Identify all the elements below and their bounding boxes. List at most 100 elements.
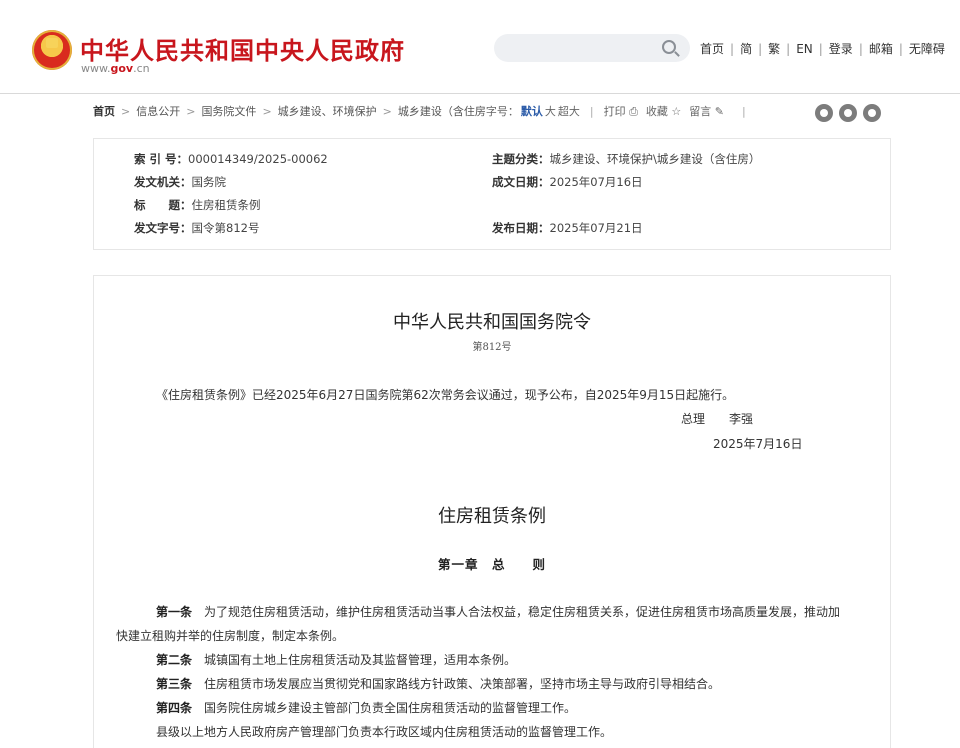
chevron-right-icon: >: [121, 105, 131, 118]
nav-accessibility[interactable]: 无障碍: [909, 42, 945, 56]
info-docno: 发文字号：国令第812号: [134, 220, 259, 236]
print-label: 打印: [603, 105, 626, 118]
breadcrumb: 首页 > 信息公开 > 国务院文件 > 城乡建设、环境保护 > 城乡建设（含住房字号： 默认大超大…: [93, 103, 756, 119]
comment-button[interactable]: 留言 ✎: [689, 105, 724, 118]
article-number: 第一条: [156, 605, 193, 619]
toolbar-divider: |: [742, 105, 746, 118]
info-docno-value: 国令第812号: [191, 221, 260, 235]
chevron-right-icon: >: [186, 105, 196, 118]
breadcrumb-urban-housing[interactable]: 城乡建设（含住房: [398, 105, 486, 118]
announcement: 《住房租赁条例》已经2025年6月27日国务院第62次常务会议通过，现予公布，自…: [156, 388, 735, 402]
info-topic-label: 主题分类：: [492, 152, 550, 166]
info-written-label: 成文日期：: [492, 175, 550, 189]
info-issuer-value: 国务院: [191, 175, 227, 189]
article-1: 第一条 为了规范住房租赁活动，维护住房租赁活动当事人合法权益，稳定住房租赁关系，…: [156, 603, 840, 620]
search-icon[interactable]: [662, 40, 676, 54]
article-text: 国务院住房城乡建设主管部门负责全国住房租赁活动的监督管理工作。: [204, 701, 577, 715]
font-size-xlarge[interactable]: 超大: [558, 105, 580, 118]
nav-login[interactable]: 登录: [829, 42, 853, 56]
top-nav: 首页 | 简 | 繁 | EN | 登录 | 邮箱 | 无障碍: [700, 40, 945, 57]
breadcrumb-urban-env[interactable]: 城乡建设、环境保护: [278, 105, 377, 118]
law-title: 住房租赁条例: [438, 506, 546, 527]
national-emblem-icon[interactable]: [32, 30, 72, 70]
font-size-label: 字号：: [485, 105, 519, 118]
article-2: 第二条 城镇国有土地上住房租赁活动及其监督管理，适用本条例。: [156, 651, 516, 668]
info-issuer-label: 发文机关：: [134, 175, 192, 189]
info-index-label: 索 引 号：: [134, 152, 189, 166]
nav-divider: |: [786, 42, 791, 56]
info-title-label: 标 题：: [134, 198, 192, 212]
article-3: 第三条 住房租赁市场发展应当贯彻党和国家路线方针政策、决策部署，坚持市场主导与政…: [156, 675, 720, 692]
info-title-value: 住房租赁条例: [191, 198, 261, 212]
nav-divider: |: [818, 42, 823, 56]
article-text: 城镇国有土地上住房租赁活动及其监督管理，适用本条例。: [204, 653, 517, 667]
site-url-prefix: www.: [81, 62, 111, 75]
article-4: 第四条 国务院住房城乡建设主管部门负责全国住房租赁活动的监督管理工作。: [156, 699, 576, 716]
info-issuer: 发文机关：国务院: [134, 174, 226, 190]
article-4-cont: 县级以上地方人民政府房产管理部门负责本行政区域内住房租赁活动的监督管理工作。: [156, 723, 612, 740]
sign-date: 2025年7月16日: [713, 437, 803, 451]
font-size-default[interactable]: 默认: [521, 105, 543, 118]
info-topic-value: 城乡建设、环境保护\城乡建设（含住房）: [549, 152, 761, 166]
info-publish-label: 发布日期：: [492, 221, 550, 235]
info-topic: 主题分类：城乡建设、环境保护\城乡建设（含住房）: [492, 151, 760, 167]
signer: 总理 李强: [681, 410, 753, 427]
breadcrumb-home[interactable]: 首页: [93, 105, 115, 118]
info-publish-value: 2025年07月21日: [549, 221, 643, 235]
info-written-date: 成文日期：2025年07月16日: [492, 174, 643, 190]
info-index-value: 000014349/2025-00062: [188, 152, 328, 166]
info-index: 索 引 号：000014349/2025-00062: [134, 151, 328, 167]
pencil-icon: ✎: [714, 105, 724, 118]
document-body: 中华人民共和国国务院令 第812号 《住房租赁条例》已经2025年6月27日国务…: [93, 275, 891, 748]
chevron-right-icon: >: [382, 105, 392, 118]
star-icon: ☆: [671, 105, 682, 118]
site-url-suffix: .cn: [133, 62, 150, 75]
order-number: 第812号: [472, 342, 512, 353]
nav-mailbox[interactable]: 邮箱: [869, 42, 893, 56]
breadcrumb-state-council-docs[interactable]: 国务院文件: [201, 105, 256, 118]
weibo-icon[interactable]: [815, 104, 833, 122]
chapter-heading: 第一章 总 则: [437, 557, 546, 572]
search-input[interactable]: [494, 34, 690, 62]
site-title[interactable]: 中华人民共和国中央人民政府: [80, 31, 405, 66]
article-number: 第四条: [156, 701, 193, 715]
breadcrumb-info-public[interactable]: 信息公开: [136, 105, 180, 118]
info-publish-date: 发布日期：2025年07月21日: [492, 220, 643, 236]
article-number: 第三条: [156, 677, 193, 691]
share-icons: [815, 104, 887, 126]
nav-divider: |: [758, 42, 763, 56]
nav-simplified[interactable]: 简: [740, 42, 752, 56]
article-text: 快建立租购并举的住房制度，制定本条例。: [116, 629, 345, 643]
signer-name: 李强: [729, 412, 754, 426]
comment-label: 留言: [689, 105, 712, 118]
article-number: 第二条: [156, 653, 193, 667]
site-url-domain: gov: [110, 62, 134, 75]
wechat-icon[interactable]: [839, 104, 857, 122]
nav-home[interactable]: 首页: [700, 42, 724, 56]
font-size-large[interactable]: 大: [545, 105, 556, 118]
nav-traditional[interactable]: 繁: [768, 42, 780, 56]
nav-divider: |: [858, 42, 863, 56]
printer-icon: ⎙: [629, 105, 638, 118]
nav-divider: |: [730, 42, 735, 56]
site-header: 中华人民共和国中央人民政府 www.gov.cn 首页 | 简 | 繁 | EN | 登录 | 邮箱…: [0, 0, 960, 94]
collect-label: 收藏: [645, 105, 668, 118]
nav-divider: |: [898, 42, 903, 56]
article-text: 县级以上地方人民政府房产管理部门负责本行政区域内住房租赁活动的监督管理工作。: [156, 725, 613, 739]
nav-english[interactable]: EN: [796, 42, 813, 56]
print-button[interactable]: 打印 ⎙: [604, 105, 638, 118]
info-written-value: 2025年07月16日: [549, 175, 643, 189]
document-info-box: 索 引 号：000014349/2025-00062 主题分类：城乡建设、环境保…: [93, 138, 891, 250]
article-text: 为了规范住房租赁活动，维护住房租赁活动当事人合法权益，稳定住房租赁关系，促进住房…: [204, 605, 841, 619]
qzone-icon[interactable]: [863, 104, 881, 122]
article-text: 住房租赁市场发展应当贯彻党和国家路线方针政策、决策部署，坚持市场主导与政府引导相…: [204, 677, 721, 691]
info-docno-label: 发文字号：: [134, 221, 192, 235]
toolbar-divider: |: [589, 105, 594, 118]
site-url: www.gov.cn: [81, 62, 150, 75]
order-title: 中华人民共和国国务院令: [393, 312, 591, 333]
article-1-cont: 快建立租购并举的住房制度，制定本条例。: [116, 627, 344, 644]
collect-button[interactable]: 收藏 ☆: [646, 105, 681, 118]
signer-title: 总理: [681, 412, 706, 426]
info-title: 标 题：住房租赁条例: [134, 197, 261, 213]
chevron-right-icon: >: [262, 105, 272, 118]
